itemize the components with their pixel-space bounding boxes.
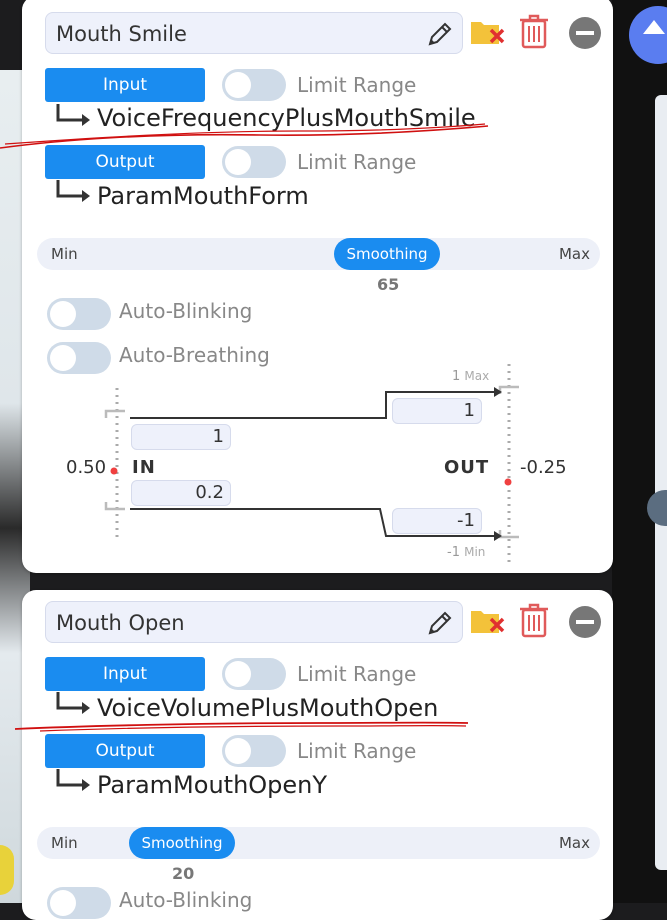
output-min-caption: -1 Min	[447, 545, 485, 560]
slider-min-label: Min	[51, 834, 78, 852]
input-current-marker	[110, 467, 118, 475]
collapse-icon[interactable]	[568, 605, 602, 639]
output-min-caption-word: Min	[464, 545, 486, 559]
auto-blinking-label: Auto-Blinking	[119, 888, 253, 912]
folder-delete-icon[interactable]	[469, 605, 507, 637]
output-max-caption-value: 1	[452, 369, 461, 384]
card-name: Mouth Open	[56, 611, 185, 635]
input-limit-range-toggle[interactable]	[222, 658, 286, 690]
side-panel	[655, 95, 667, 870]
input-button[interactable]: Input	[45, 657, 205, 691]
input-limit-range-label: Limit Range	[297, 662, 417, 686]
parameter-card: Mouth Smile Input Limit Range VoiceFrequ…	[22, 0, 613, 573]
range-mapping-diagram	[104, 364, 519, 566]
input-current-value: 0.50	[66, 457, 107, 478]
output-current-value: -0.25	[520, 457, 567, 478]
output-max-caption-word: Max	[464, 369, 490, 383]
card-name-field[interactable]: Mouth Open	[45, 601, 463, 643]
trash-icon[interactable]	[519, 602, 549, 638]
output-min-caption-value: -1	[447, 545, 460, 560]
background-art-accent	[0, 845, 14, 895]
out-label: OUT	[444, 457, 490, 478]
output-min-field[interactable]: -1	[392, 508, 482, 534]
output-max-caption: 1 Max	[452, 369, 489, 384]
input-parameter[interactable]: VoiceVolumePlusMouthOpen	[97, 694, 438, 722]
output-current-marker	[504, 478, 512, 486]
parameter-card: Mouth Open Input Limit Range VoiceVolume…	[22, 590, 613, 920]
smoothing-slider-thumb[interactable]: Smoothing	[129, 827, 235, 859]
input-min-field[interactable]: 0.2	[131, 480, 231, 506]
output-limit-range-toggle[interactable]	[222, 735, 286, 767]
in-label: IN	[132, 457, 156, 478]
output-parameter[interactable]: ParamMouthOpenY	[97, 771, 327, 799]
output-button[interactable]: Output	[45, 734, 205, 768]
arrow-right-icon	[56, 769, 90, 791]
slider-max-label: Max	[558, 834, 590, 852]
output-limit-range-label: Limit Range	[297, 739, 417, 763]
input-max-field[interactable]: 1	[131, 424, 231, 450]
arrow-right-icon	[56, 692, 90, 714]
auto-blinking-toggle[interactable]	[47, 887, 111, 919]
output-max-field[interactable]: 1	[392, 398, 482, 424]
pencil-icon[interactable]	[426, 609, 454, 637]
smoothing-value: 20	[172, 864, 195, 883]
smoothing-slider[interactable]: Min Max Smoothing	[37, 827, 600, 859]
input-min-bracket[interactable]	[104, 502, 125, 511]
